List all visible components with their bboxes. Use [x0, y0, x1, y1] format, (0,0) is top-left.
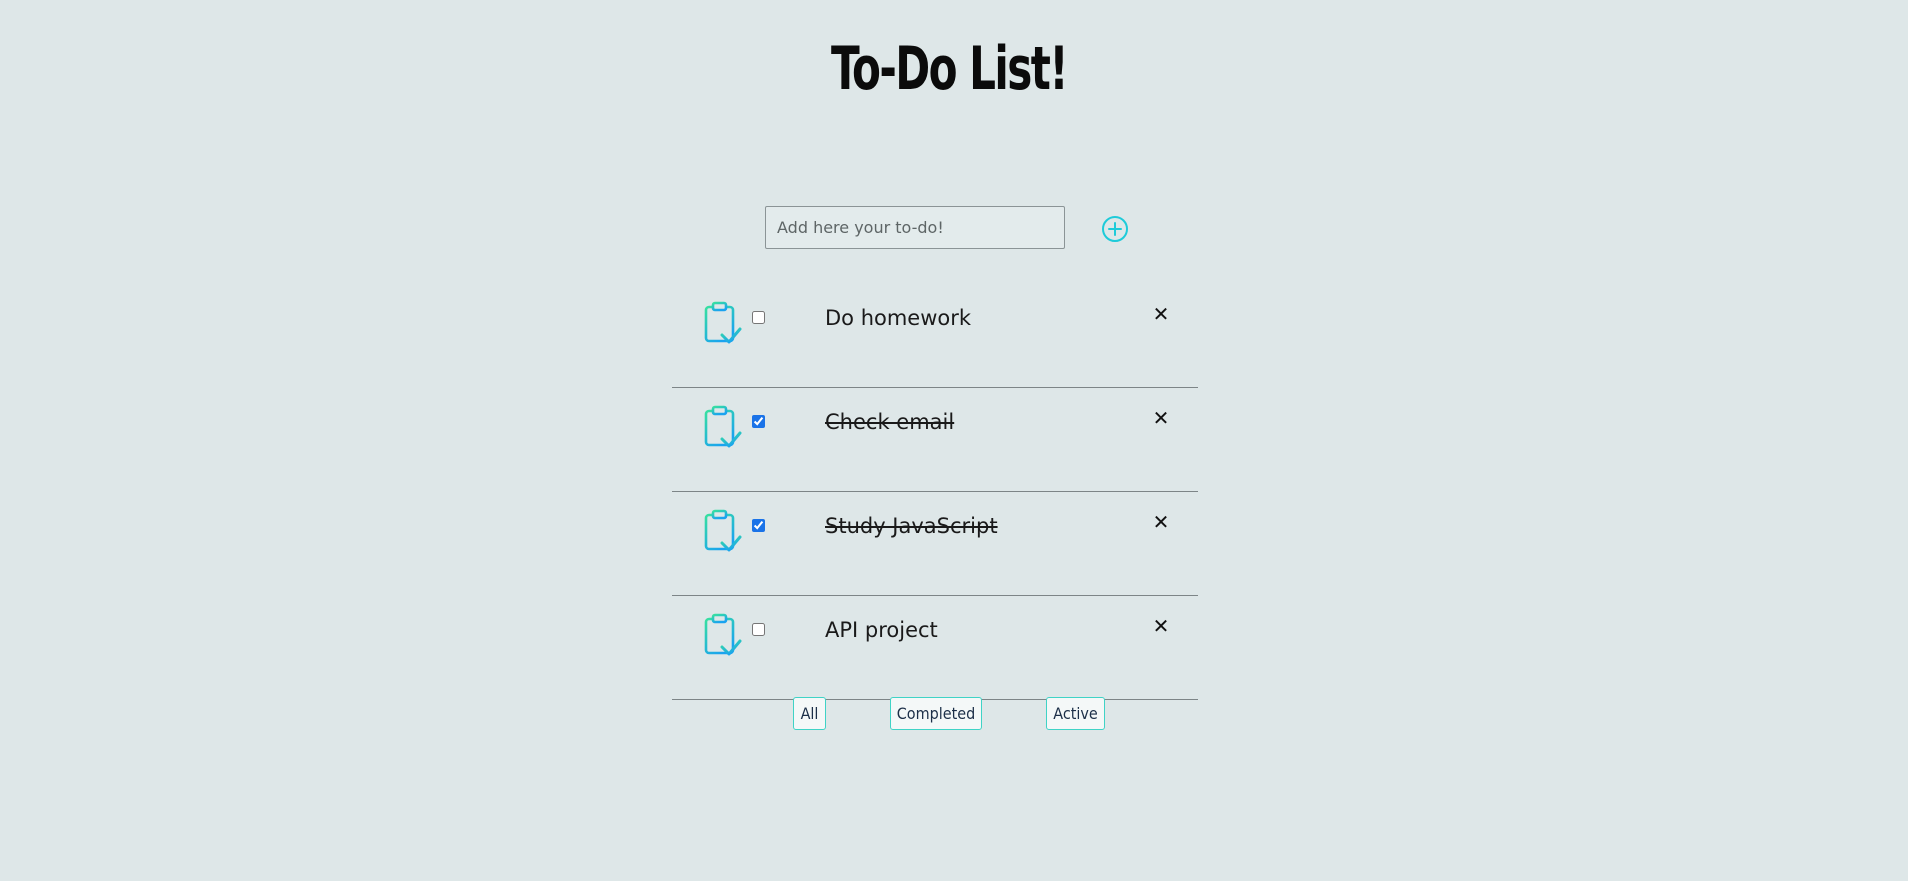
clipboard-check-icon: [702, 405, 742, 449]
clipboard-check-icon: [702, 509, 742, 553]
todo-item: Check email ✕: [672, 388, 1198, 492]
todo-item: Study JavaScript ✕: [672, 492, 1198, 596]
filter-completed-button[interactable]: Completed: [890, 697, 982, 730]
delete-button[interactable]: ✕: [1149, 406, 1173, 430]
clipboard-check-icon: [702, 301, 742, 345]
delete-button[interactable]: ✕: [1149, 302, 1173, 326]
plus-circle-icon: [1102, 216, 1128, 242]
todo-input[interactable]: [765, 206, 1065, 249]
filter-active-button[interactable]: Active: [1046, 697, 1105, 730]
filter-all-button[interactable]: All: [793, 697, 826, 730]
add-todo-button[interactable]: [1101, 215, 1129, 243]
todo-text: Check email: [825, 410, 955, 434]
todo-checkbox[interactable]: [752, 311, 765, 324]
todo-checkbox[interactable]: [752, 519, 765, 532]
todo-checkbox[interactable]: [752, 623, 765, 636]
todo-list: Do homework ✕ Check email ✕ Study JavaSc…: [672, 284, 1198, 700]
delete-button[interactable]: ✕: [1149, 510, 1173, 534]
todo-checkbox[interactable]: [752, 415, 765, 428]
page-title: To-Do List!: [831, 34, 1069, 104]
delete-button[interactable]: ✕: [1149, 614, 1173, 638]
todo-text: API project: [825, 618, 938, 642]
clipboard-check-icon: [702, 613, 742, 657]
todo-text: Study JavaScript: [825, 514, 998, 538]
todo-item: Do homework ✕: [672, 284, 1198, 388]
todo-text: Do homework: [825, 306, 972, 330]
todo-item: API project ✕: [672, 596, 1198, 700]
